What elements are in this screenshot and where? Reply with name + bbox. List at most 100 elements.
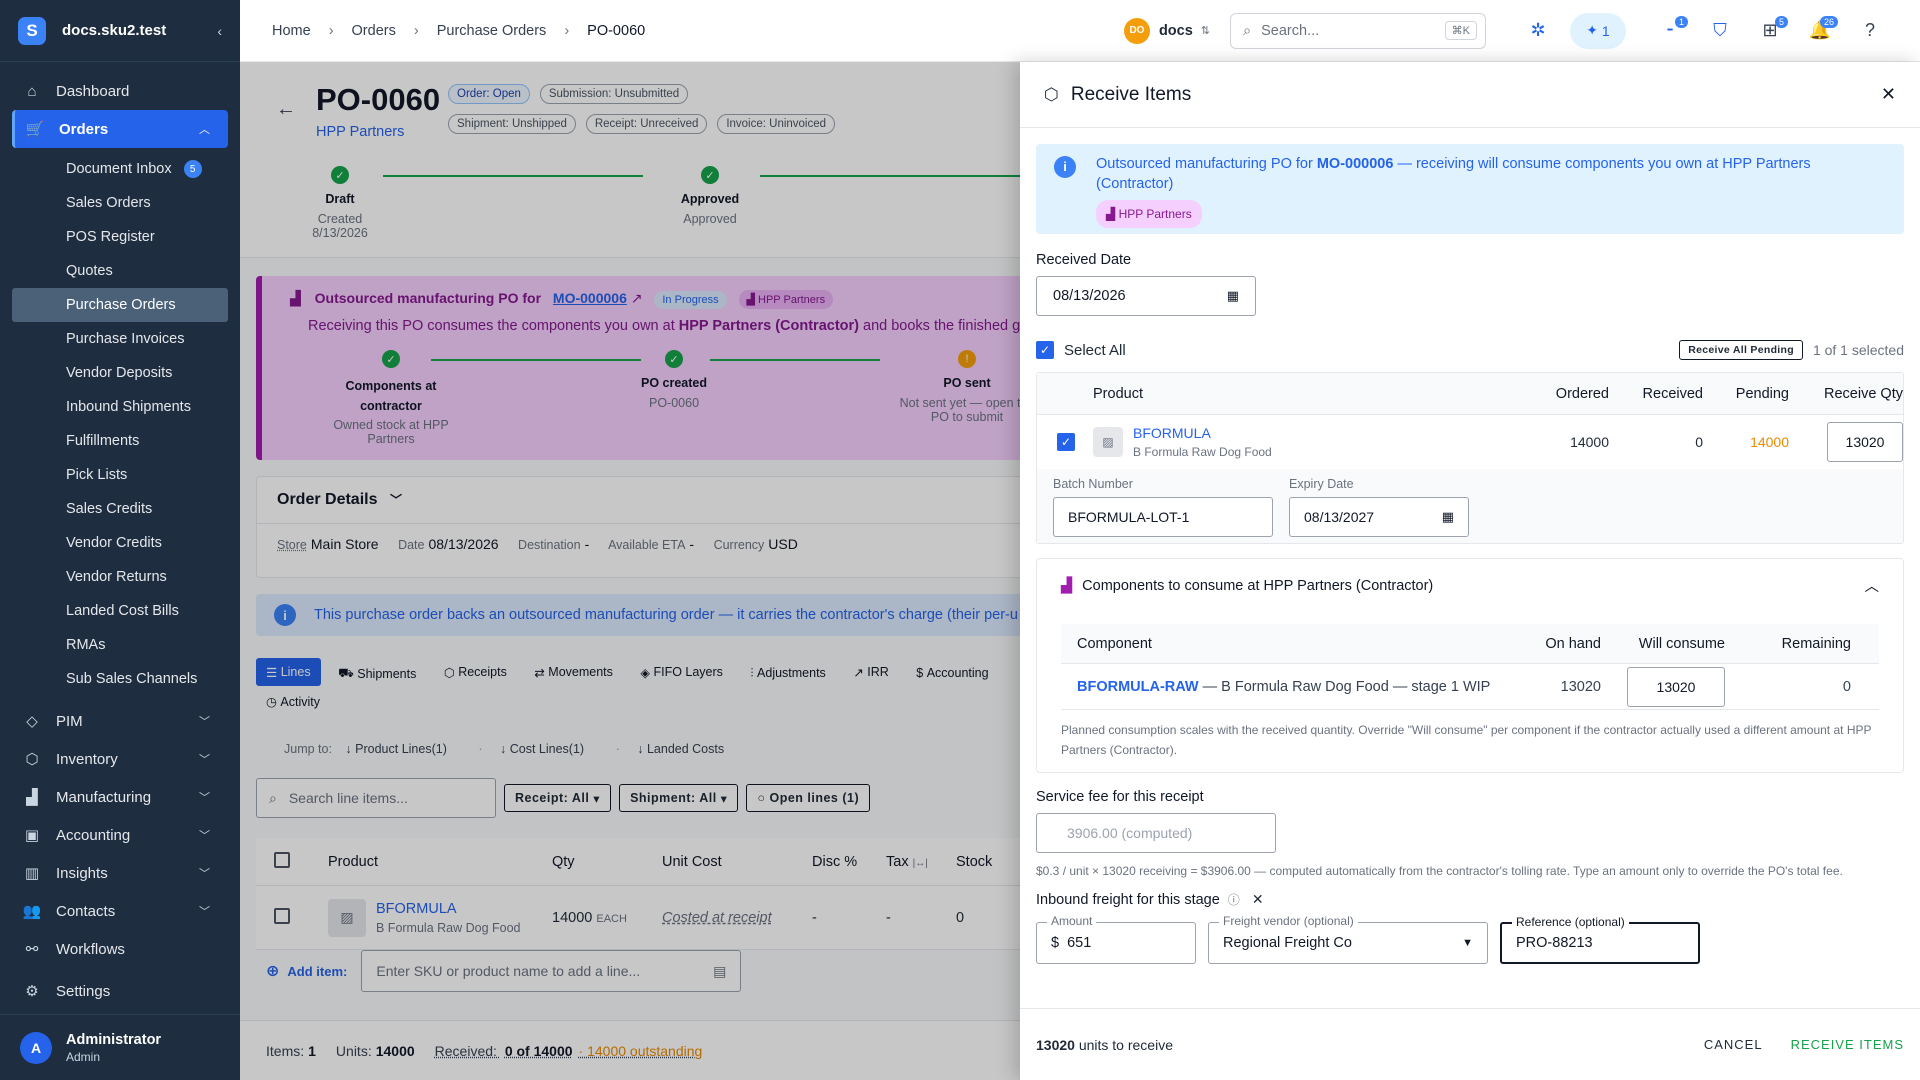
sidebar-item-inventory[interactable]: ⬡ Inventory ﹀ [0,740,240,778]
chevron-down-icon: ﹀ [199,868,210,880]
will-consume-input[interactable]: 13020 [1627,666,1725,707]
info-text-a: Outsourced manufacturing PO for [1096,156,1313,172]
sidebar-item-document-inbox[interactable]: Document Inbox 5 [0,152,240,186]
ordered-qty: 14000 [1570,434,1609,450]
sidebar-item-vendor-credits[interactable]: Vendor Credits [0,526,240,560]
gift-icon[interactable]: ⊞ 5 [1752,13,1788,49]
cart-icon: 🛒 [25,121,45,138]
components-note: Planned consumption scales with the rece… [1061,723,1872,757]
user-role: Admin [66,1049,101,1064]
contractor-badge: ▟ HPP Partners [1096,200,1202,228]
table-row: BFORMULA-RAW — B Formula Raw Dog Food — … [1061,664,1879,710]
received-date-input[interactable]: 08/13/2026 ▦ [1036,276,1256,316]
breadcrumb-orders[interactable]: Orders [352,23,396,39]
freight-vendor-select[interactable]: Freight vendor (optional) Regional Freig… [1208,914,1488,964]
freight-amount-input[interactable]: Amount $ 651 [1036,914,1196,964]
breadcrumb-home[interactable]: Home [272,23,311,39]
sidebar-item-contacts[interactable]: 👥 Contacts ﹀ [0,892,240,930]
sidebar-item-inbound-shipments[interactable]: Inbound Shipments [0,390,240,424]
sidebar-item-settings[interactable]: ⚙ Settings [0,972,240,1010]
shield-icon[interactable]: ⛉ [1702,13,1738,49]
search-icon: ⌕ [1243,22,1252,39]
org-switcher[interactable]: DO docs ⇅ [1123,17,1210,44]
info-outline-icon[interactable]: ⓘ [1228,891,1240,908]
drawer-info-text: Outsourced manufacturing PO for MO-00000… [1096,154,1888,194]
sidebar-item-pos-register[interactable]: POS Register [0,220,240,254]
sidebar-item-label: Contacts [56,902,116,920]
user-menu[interactable]: A Administrator Admin [0,1014,240,1080]
integrations-icon[interactable]: ✲ [1520,13,1556,49]
calendar-icon[interactable]: ▦ [1227,288,1239,304]
received-date-label: Received Date [1036,252,1132,268]
batch-number-input[interactable]: BFORMULA-LOT-1 [1053,497,1273,537]
sidebar: S docs.sku2.test ‹ ⌂ Dashboard 🛒 Orders ︿ D… [0,0,240,1080]
sidebar-item-label: Workflows [56,940,125,958]
factory-icon: ▟ [1106,207,1119,221]
sidebar-item-vendor-returns[interactable]: Vendor Returns [0,560,240,594]
bell-icon[interactable]: 🔔 26 [1802,13,1838,49]
drawer-footer: 13020 units to receive CANCEL RECEIVE IT… [1020,1008,1920,1080]
sidebar-item-accounting[interactable]: ▣ Accounting ﹀ [0,816,240,854]
sidebar-item-fulfillments[interactable]: Fulfillments [0,424,240,458]
sidebar-item-landed-cost-bills[interactable]: Landed Cost Bills [0,594,240,628]
info-mo: MO-000006 [1316,156,1394,172]
sidebar-item-sub-sales-channels[interactable]: Sub Sales Channels [0,662,240,696]
drawer-body: i Outsourced manufacturing PO for MO-000… [1020,128,1920,1008]
help-icon[interactable]: ? [1852,13,1888,49]
component-sku-link[interactable]: BFORMULA-RAW [1077,679,1199,695]
sidebar-item-quotes[interactable]: Quotes [0,254,240,288]
dropdown-arrow-icon: ▼ [1462,937,1473,949]
units-to-receive-count: 13020 [1036,1036,1075,1053]
ai-assistant-button[interactable]: ✦ 1 [1570,12,1626,49]
user-name: Administrator [66,1031,162,1048]
calendar-icon[interactable]: ▦ [1442,509,1454,525]
freight-reference-label: Reference (optional) [1512,915,1629,929]
close-icon[interactable]: ✕ [1881,84,1896,105]
chevron-up-icon[interactable]: ︿ [1865,575,1880,596]
breadcrumb-purchase-orders[interactable]: Purchase Orders [437,23,547,39]
sidebar-item-pim[interactable]: ◇ PIM ﹀ [0,702,240,740]
cancel-button[interactable]: CANCEL [1704,1037,1763,1052]
expiry-date-label: Expiry Date [1289,477,1354,491]
freight-reference-input[interactable]: Reference (optional) PRO-88213 [1500,915,1700,964]
product-sku-link[interactable]: BFORMULA [1133,425,1272,441]
sidebar-item-purchase-invoices[interactable]: Purchase Invoices [0,322,240,356]
sidebar-item-vendor-deposits[interactable]: Vendor Deposits [0,356,240,390]
modal-backdrop[interactable] [240,62,1020,1080]
received-qty: 0 [1695,434,1703,450]
sidebar-item-pick-lists[interactable]: Pick Lists [0,458,240,492]
select-all-checkbox[interactable]: ✓ [1036,341,1054,359]
remove-freight-icon[interactable]: ✕ [1252,891,1264,908]
receive-table: Product Ordered Received Pending Receive… [1036,372,1904,544]
component-on-hand: 13020 [1560,678,1601,695]
sidebar-item-dashboard[interactable]: ⌂ Dashboard [0,72,240,110]
freight-reference-value: PRO-88213 [1516,935,1593,951]
sidebar-item-orders[interactable]: 🛒 Orders ︿ [12,110,228,148]
service-fee-input[interactable]: 3906.00 (computed) [1036,813,1276,853]
row-checkbox[interactable]: ✓ [1057,433,1075,451]
freight-header: Inbound freight for this stage ⓘ ✕ [1036,891,1904,908]
sidebar-item-sales-orders[interactable]: Sales Orders [0,186,240,220]
activity-icon[interactable]: ⁃ 1 [1652,13,1688,49]
sidebar-item-workflows[interactable]: ⚯ Workflows [0,930,240,968]
components-card: ▟ Components to consume at HPP Partners … [1036,558,1904,773]
sidebar-item-manufacturing[interactable]: ▟ Manufacturing ﹀ [0,778,240,816]
info-icon: i [1054,156,1076,178]
activity-badge: 1 [1674,15,1688,28]
table-row: ✓ ▨ BFORMULA B Formula Raw Dog Food 1400… [1037,415,1903,469]
sidebar-item-insights[interactable]: ▥ Insights ﹀ [0,854,240,892]
global-search[interactable]: ⌕ Search... ⌘K [1230,12,1486,49]
ai-count: 1 [1601,22,1610,39]
receive-qty-input[interactable]: 13020 [1827,422,1903,462]
components-header[interactable]: ▟ Components to consume at HPP Partners … [1061,575,1879,596]
sidebar-item-rmas[interactable]: RMAs [0,628,240,662]
units-to-receive: 13020 units to receive [1036,1037,1173,1053]
sidebar-item-sales-credits[interactable]: Sales Credits [0,492,240,526]
sidebar-item-purchase-orders[interactable]: Purchase Orders [12,288,228,322]
receive-items-button[interactable]: RECEIVE ITEMS [1791,1037,1904,1052]
receive-all-pending-button[interactable]: Receive All Pending [1679,340,1803,360]
sidebar-item-label: Dashboard [56,82,130,100]
col-remaining: Remaining [1781,635,1851,652]
collapse-icon[interactable]: ‹ [217,23,222,39]
expiry-date-input[interactable]: 08/13/2027 ▦ [1289,497,1469,537]
